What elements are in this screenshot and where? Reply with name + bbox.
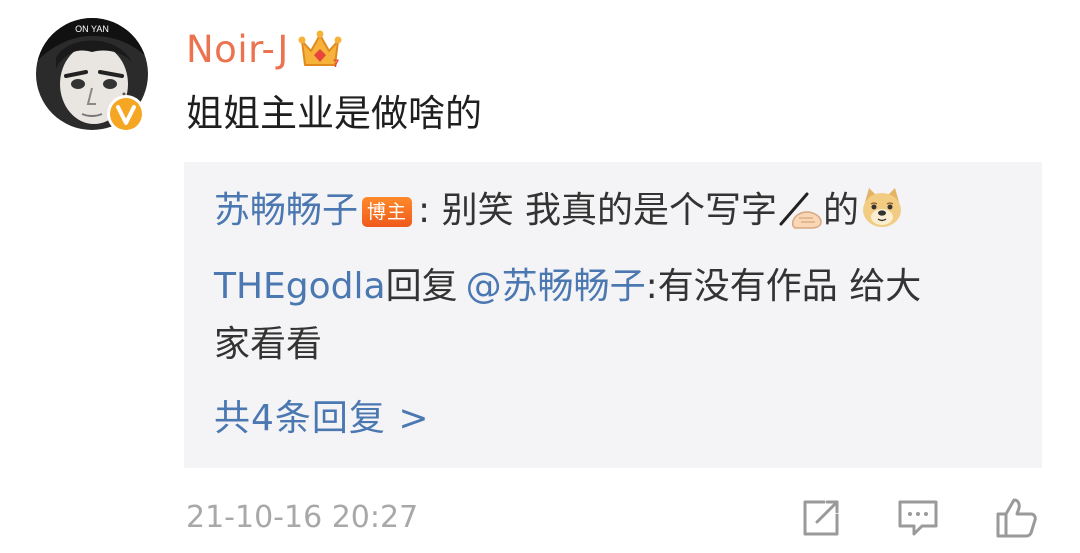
comment-icon[interactable] (896, 496, 940, 540)
username[interactable]: Noir-J (186, 28, 289, 71)
mention-link[interactable]: @苏畅畅子 (466, 266, 646, 307)
avatar-caption: ON YAN (75, 24, 109, 34)
reply-item: 苏畅畅子 博主: 别笑 我真的是个写字 的 (214, 186, 905, 236)
reply-author-link[interactable]: 苏畅畅子 (214, 190, 358, 231)
reply-text-continued: 家看看 (214, 324, 323, 365)
vip-crown-icon: 7 (298, 30, 342, 70)
reply-author-link[interactable]: THEgodla (214, 266, 386, 307)
reply-separator: : (418, 190, 431, 231)
reply-word: 回复 (385, 266, 458, 307)
share-icon[interactable] (799, 496, 843, 540)
comment-footer: 21-10-16 20:27 (0, 490, 1080, 546)
reply-text-end: 的 (823, 190, 860, 231)
like-icon[interactable] (994, 496, 1038, 540)
reply-separator: : (645, 266, 658, 307)
reply-text: 有没有作品 给大 (657, 266, 922, 307)
more-replies-link[interactable]: 共4条回复 > (214, 394, 430, 444)
comment-text: 姐姐主业是做啥的 (186, 92, 482, 135)
writing-hand-emoji-icon (779, 192, 822, 229)
svg-text:7: 7 (333, 58, 339, 70)
verified-badge-icon (107, 95, 145, 133)
doge-emoji-icon (863, 188, 902, 227)
blogger-badge: 博主 (362, 197, 413, 227)
reply-preview-box[interactable]: 苏畅畅子 博主: 别笑 我真的是个写字 的 THEgodla回复 @苏畅畅子:有没有… (184, 162, 1042, 468)
username-row: Noir-J 7 (186, 24, 343, 74)
timestamp: 21-10-16 20:27 (186, 500, 419, 535)
reply-item: THEgodla回复 @苏畅畅子:有没有作品 给大 (214, 262, 921, 312)
reply-text: 别笑 我真的是个写字 (430, 190, 778, 231)
